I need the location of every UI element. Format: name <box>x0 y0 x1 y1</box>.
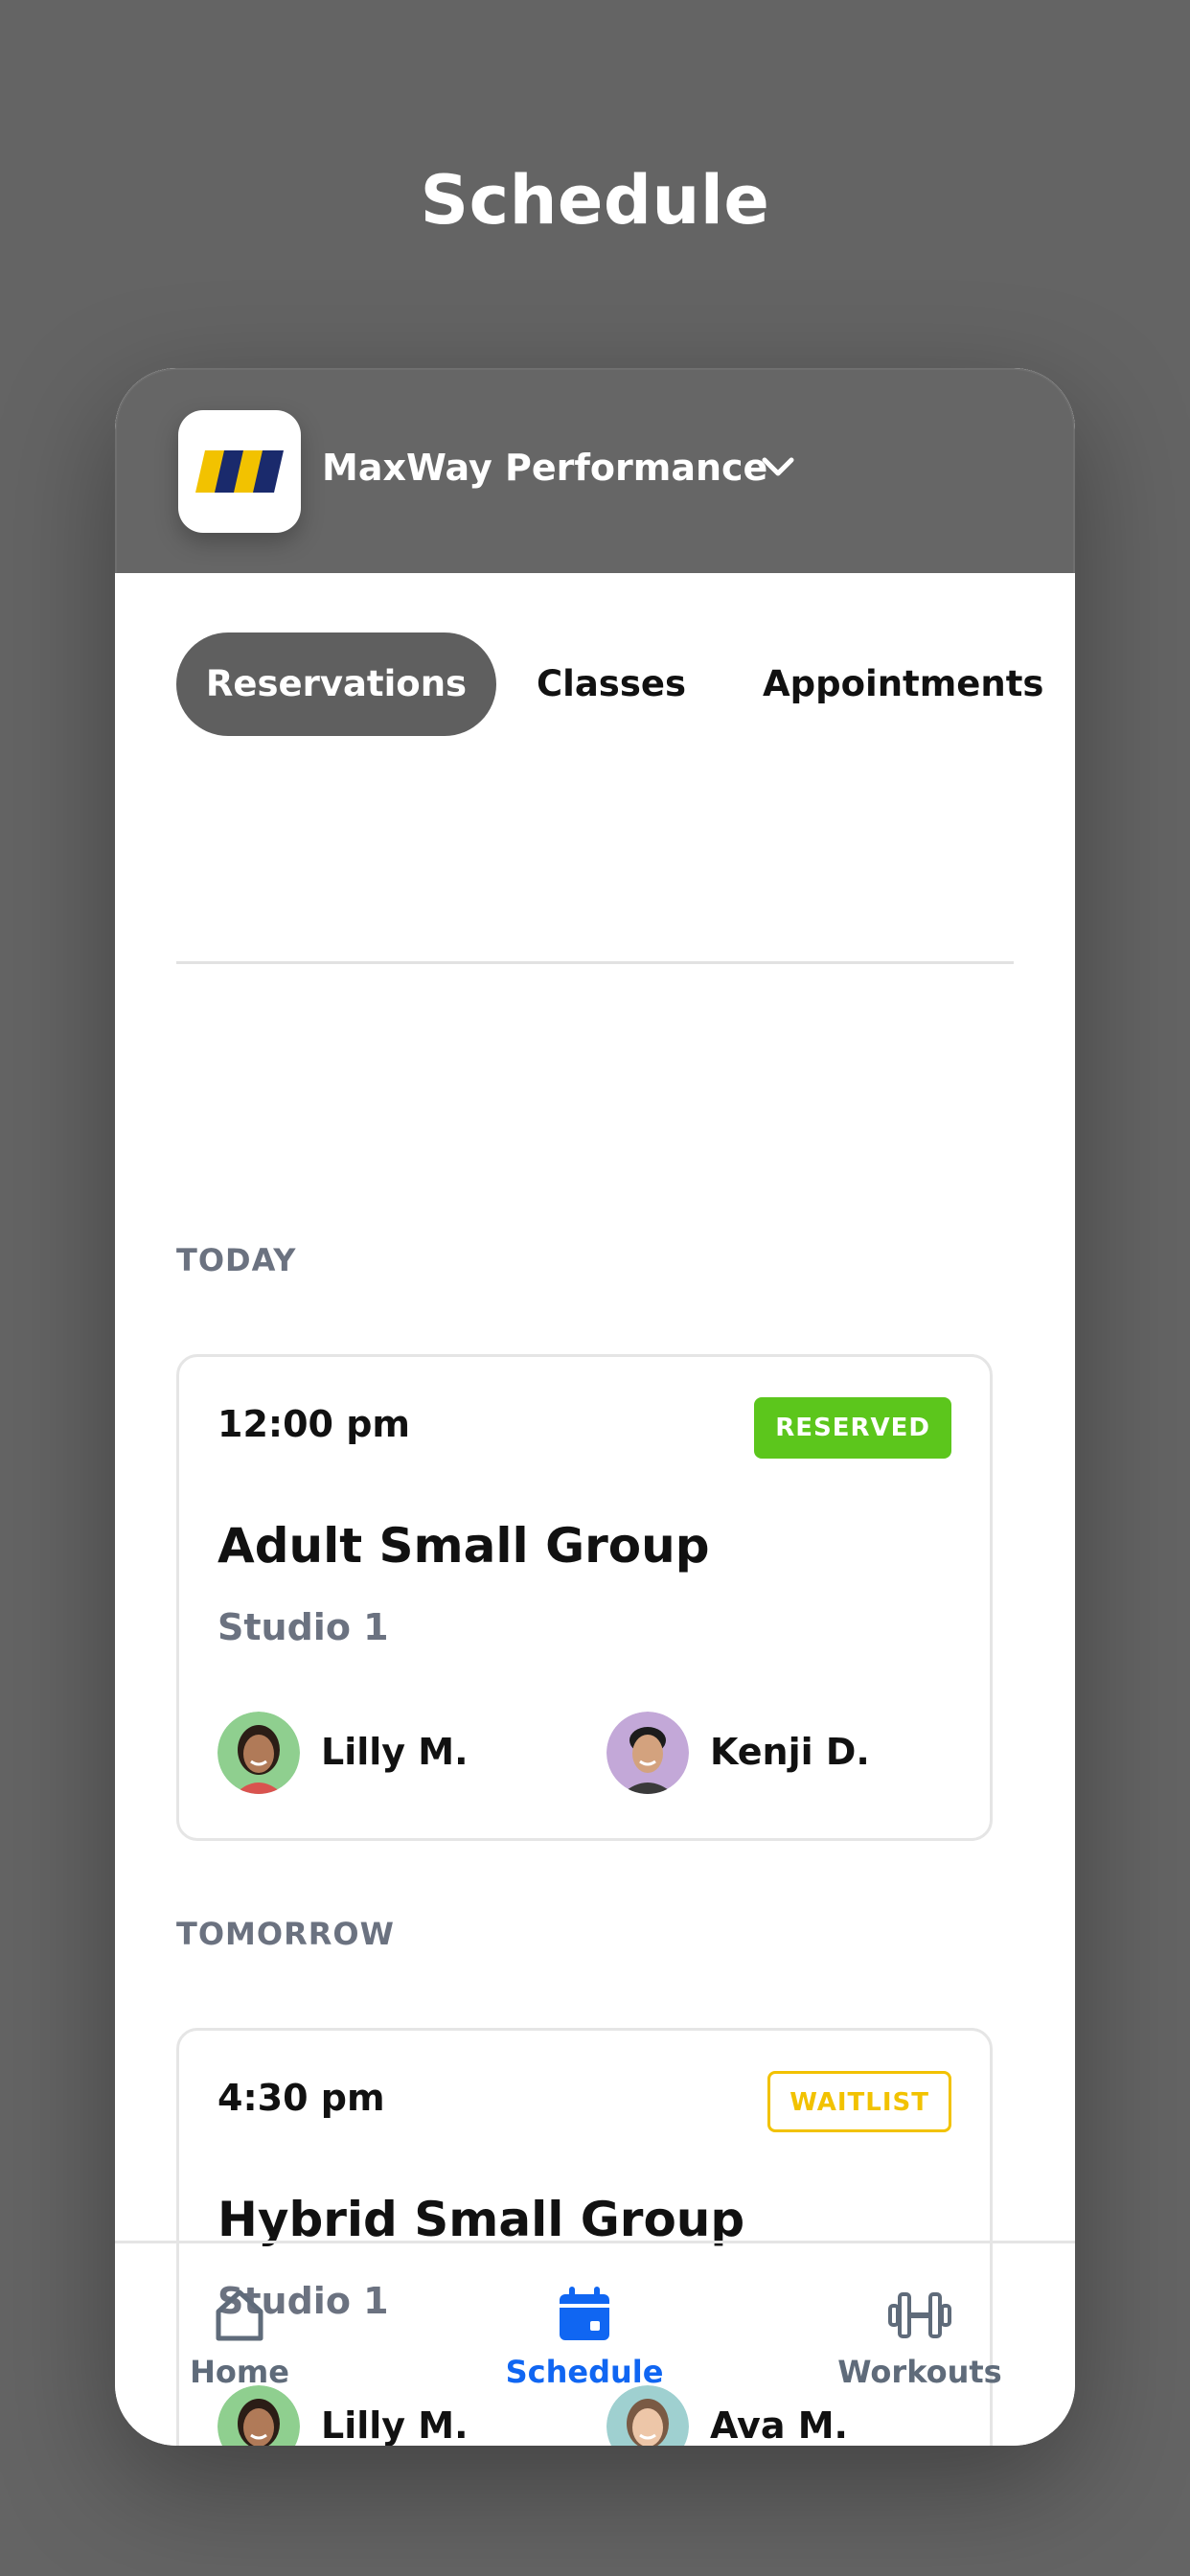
person-avatar-icon <box>606 1712 689 1794</box>
avatar <box>606 2385 689 2446</box>
avatar <box>606 1712 689 1794</box>
class-title: Hybrid Small Group <box>217 2192 745 2247</box>
participant-name: Kenji D. <box>710 1731 870 1773</box>
avatar <box>217 2385 300 2446</box>
chevron-down-icon[interactable] <box>759 454 797 481</box>
nav-label: Home <box>190 2354 289 2390</box>
participant-name: Lilly M. <box>321 1731 469 1773</box>
nav-label: Schedule <box>505 2354 664 2390</box>
page-title: Schedule <box>420 161 770 240</box>
class-location: Studio 1 <box>217 1606 389 1648</box>
class-title: Adult Small Group <box>217 1518 710 1574</box>
reservation-time: 12:00 pm <box>217 1403 410 1445</box>
tab-appointments[interactable]: Appointments <box>763 632 1043 736</box>
brand-logo <box>178 410 301 533</box>
segmented-tabs: Reservations Classes Appointments <box>176 632 1043 736</box>
app-frame: MaxWay Performance Reservations Classes … <box>115 368 1075 2446</box>
nav-workouts[interactable]: Workouts <box>824 2287 1016 2390</box>
nav-label: Workouts <box>837 2354 1002 2390</box>
section-label-tomorrow: TOMORROW <box>176 1916 395 1952</box>
brand-name[interactable]: MaxWay Performance <box>322 447 767 489</box>
maxway-logo-icon <box>195 450 284 493</box>
nav-home[interactable]: Home <box>172 2287 307 2390</box>
calendar-icon <box>560 2287 609 2340</box>
app-header: MaxWay Performance <box>115 368 1075 573</box>
status-badge: RESERVED <box>754 1397 951 1459</box>
participant-name: Lilly M. <box>321 2404 469 2446</box>
tab-bar-divider <box>115 2241 1075 2243</box>
person-avatar-icon <box>217 2385 300 2446</box>
reservation-time: 4:30 pm <box>217 2077 385 2119</box>
tabs-divider <box>176 961 1014 964</box>
tab-reservations[interactable]: Reservations <box>176 632 496 736</box>
avatar <box>217 1712 300 1794</box>
person-avatar-icon <box>217 1712 300 1794</box>
person-avatar-icon <box>606 2385 689 2446</box>
tab-classes[interactable]: Classes <box>537 632 686 736</box>
dumbbell-icon <box>888 2292 951 2338</box>
section-label-today: TODAY <box>176 1242 297 1278</box>
page: Schedule MaxWay Performance Reservations… <box>0 0 1190 2576</box>
participant-name: Ava M. <box>710 2404 848 2446</box>
reservation-card[interactable]: 12:00 pm RESERVED Adult Small Group Stud… <box>176 1354 993 1841</box>
home-icon <box>216 2289 263 2341</box>
status-badge: WAITLIST <box>767 2071 951 2132</box>
nav-schedule[interactable]: Schedule <box>479 2285 690 2390</box>
